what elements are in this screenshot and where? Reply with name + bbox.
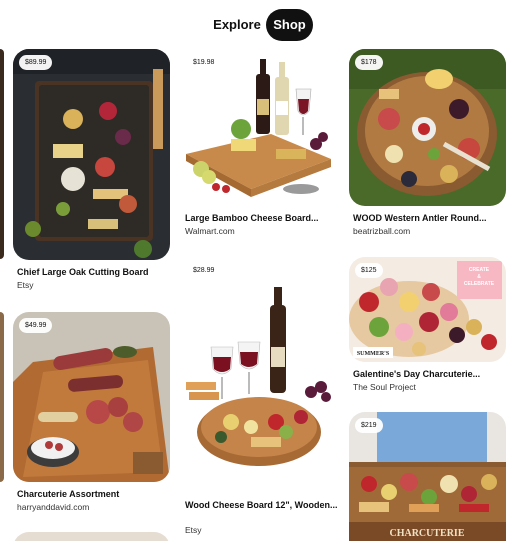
pin-source[interactable]: beatrizball.com (353, 226, 410, 236)
tab-explore[interactable]: Explore (209, 9, 265, 41)
top-tabs: Explore Shop (0, 9, 517, 41)
round-antler-board-image (349, 49, 506, 206)
board-engraving: CHARCUTERIE (389, 528, 464, 539)
pin-source[interactable]: Etsy (17, 280, 34, 290)
galentine-badge-line-3: CELEBRATE (464, 281, 495, 287)
price-badge: $125 (355, 263, 383, 278)
price-badge: $49.99 (19, 318, 53, 333)
pin-source[interactable]: Etsy (185, 525, 202, 535)
charcuterie-board-dark-image (13, 49, 170, 260)
pin-source[interactable]: Walmart.com (185, 226, 235, 236)
pin-image[interactable]: $89.99 (13, 49, 170, 260)
pin-title[interactable]: Large Bamboo Cheese Board... (185, 213, 338, 224)
pin-title[interactable]: Charcuterie Assortment (17, 489, 170, 500)
price-badge: $28.99 (187, 263, 221, 278)
galentine-logo: SUMMER'S (357, 351, 390, 357)
partial-pin-left-bottom[interactable] (0, 312, 4, 482)
price-badge: $19.98 (187, 55, 221, 70)
pin-image[interactable]: $19.98 (181, 49, 338, 206)
pin-image[interactable]: CHARCUTERIE $219 (349, 412, 506, 541)
pin-image[interactable]: $178 (349, 49, 506, 206)
salami-board-image (13, 312, 170, 482)
pin-image-partial[interactable] (13, 532, 170, 541)
pin-title[interactable]: Wood Cheese Board 12", Wooden... (185, 500, 338, 524)
pin-image[interactable]: $28.99 (181, 257, 338, 492)
pin-title[interactable]: Galentine's Day Charcuterie... (353, 369, 506, 380)
pin-title[interactable]: Chief Large Oak Cutting Board (17, 267, 170, 278)
price-badge: $178 (355, 55, 383, 70)
partial-pin-left-top[interactable] (0, 49, 4, 259)
galentine-badge-line-1: CREATE (469, 267, 490, 273)
pin-image[interactable]: CREATE & CELEBRATE SUMMER'S $125 (349, 257, 506, 362)
pin-source[interactable]: harryanddavid.com (17, 502, 89, 512)
round-wood-board-image (181, 257, 338, 492)
price-badge: $89.99 (19, 55, 53, 70)
pin-image[interactable]: $49.99 (13, 312, 170, 482)
galentine-badge-line-2: & (477, 274, 481, 280)
pin-source[interactable]: The Soul Project (353, 382, 416, 392)
tab-shop[interactable]: Shop (266, 9, 313, 41)
bamboo-board-image (181, 49, 338, 206)
pin-title[interactable]: WOOD Western Antler Round... (353, 213, 506, 224)
price-badge: $219 (355, 418, 383, 433)
